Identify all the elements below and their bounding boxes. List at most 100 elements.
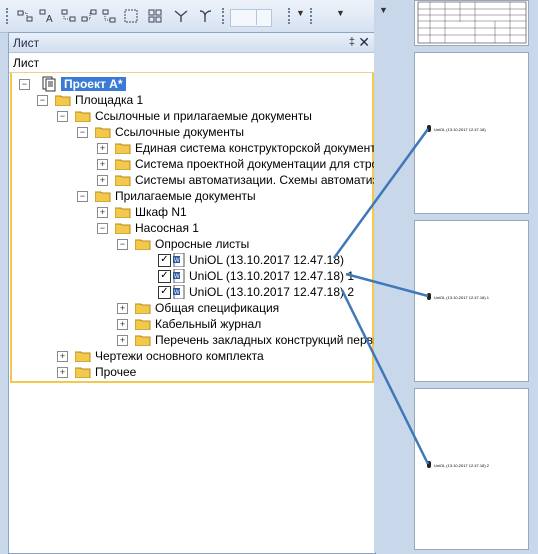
root-label-text[interactable]: Проект А* — [61, 77, 126, 91]
pump-label[interactable]: Насосная 1 — [135, 220, 199, 236]
page-label: UniOL (13.10.2017 12.47.18) 1 — [434, 295, 490, 300]
svg-text:W: W — [174, 258, 180, 264]
panel-title: Лист — [13, 36, 40, 50]
folder-icon — [75, 351, 91, 362]
page-thumbnail[interactable]: UniOL (13.10.2017 12.47.18) 1 — [414, 220, 529, 382]
document-checkbox[interactable]: ✓ — [158, 270, 171, 283]
word-document-icon: W — [173, 269, 185, 283]
tree-node-root[interactable]: − Проект А* — [17, 76, 373, 92]
svg-text:W: W — [174, 274, 180, 280]
svg-text:W: W — [174, 290, 180, 296]
page-label: UniOL (13.10.2017 12.47.18) 2 — [434, 463, 490, 468]
splitter-strip[interactable] — [374, 0, 414, 552]
page-thumbnail[interactable]: UniOL (13.10.2017 12.47.18) 2 — [414, 388, 529, 550]
svg-text:A: A — [46, 14, 53, 24]
folder-icon — [115, 207, 131, 218]
folder-icon — [135, 319, 151, 330]
toolbar-grip-3[interactable] — [310, 8, 315, 24]
pin-icon[interactable]: ‡ — [349, 36, 355, 48]
expand-icon[interactable]: + — [97, 159, 108, 170]
branch-icon[interactable] — [100, 7, 118, 25]
folder-icon — [115, 143, 131, 154]
page-marker-icon — [427, 461, 431, 468]
expand-icon[interactable]: + — [117, 319, 128, 330]
page-thumbnail[interactable]: UniOL (13.10.2017 12.47.18) — [414, 52, 529, 214]
column-header: Лист — [9, 54, 375, 73]
folder-open-icon — [75, 111, 91, 122]
document-checkbox[interactable]: ✓ — [158, 254, 171, 267]
toolbar-separator — [222, 8, 227, 24]
attached-docs-label[interactable]: Прилагаемые документы — [115, 188, 256, 204]
ref-docs-label[interactable]: Ссылочные документы — [115, 124, 244, 140]
page-thumbnail-title[interactable] — [414, 0, 529, 46]
folder-icon — [135, 303, 151, 314]
close-icon[interactable]: ✕ — [358, 34, 370, 51]
folder-icon — [75, 367, 91, 378]
folder-open-icon — [55, 95, 71, 106]
toolbar-grip-2[interactable] — [288, 8, 293, 24]
title-block-drawing — [417, 1, 527, 44]
word-document-icon: W — [173, 253, 185, 267]
folder-open-icon — [115, 223, 131, 234]
toolbar: A ▼ ▼ — [0, 0, 412, 33]
site-label[interactable]: Площадка 1 — [75, 92, 143, 108]
grid-group-icon[interactable] — [146, 7, 164, 25]
value-spinner[interactable] — [256, 9, 271, 25]
project-icon — [42, 76, 56, 92]
folder-open-icon — [95, 127, 111, 138]
root-label[interactable]: Проект А* — [61, 76, 373, 92]
bend-icon[interactable] — [196, 7, 214, 25]
expand-icon[interactable]: + — [57, 367, 68, 378]
pump-child-label[interactable]: Кабельный журнал — [155, 316, 261, 332]
expand-icon[interactable]: + — [97, 143, 108, 154]
pump-child-label[interactable]: Общая спецификация — [155, 300, 279, 316]
toolbar-overflow-icon-2[interactable]: ▼ — [336, 8, 345, 18]
collapse-icon[interactable]: − — [77, 127, 88, 138]
expand-icon[interactable]: + — [117, 303, 128, 314]
align-nodes-icon[interactable] — [60, 7, 78, 25]
select-group-icon[interactable] — [122, 7, 140, 25]
column-header-label: Лист — [13, 56, 40, 70]
collapse-icon[interactable]: − — [37, 95, 48, 106]
page-marker-icon — [427, 125, 431, 132]
link-nodes-icon[interactable] — [80, 7, 98, 25]
ref-item-label[interactable]: Система проектной документации для строи… — [135, 156, 392, 172]
questionnaires-label[interactable]: Опросные листы — [155, 236, 249, 252]
toolbar-overflow-icon-3[interactable]: ▼ — [379, 5, 388, 15]
collapse-icon[interactable]: − — [57, 111, 68, 122]
expand-icon[interactable]: + — [117, 335, 128, 346]
pump-child-label[interactable]: Перечень закладных конструкций первич. — [155, 332, 389, 348]
document-label[interactable]: UniOL (13.10.2017 12.47.18) 1 — [189, 268, 354, 284]
expand-icon[interactable]: + — [97, 207, 108, 218]
panel-header: Лист ‡ ✕ — [9, 33, 375, 53]
folder-icon — [115, 159, 131, 170]
folder-open-icon — [135, 239, 151, 250]
ref-item-label[interactable]: Единая система конструкторской документа… — [135, 140, 389, 156]
collapse-icon[interactable]: − — [77, 191, 88, 202]
expand-icon[interactable]: + — [57, 351, 68, 362]
sheet-panel: Лист ‡ ✕ Лист − Проект А* − Площадка 1 −… — [8, 32, 392, 554]
document-label[interactable]: UniOL (13.10.2017 12.47.18) 2 — [189, 284, 354, 300]
other-label[interactable]: Прочее — [95, 364, 136, 380]
collapse-icon[interactable]: − — [97, 223, 108, 234]
fork-icon[interactable] — [172, 7, 190, 25]
folder-icon — [115, 175, 131, 186]
collapse-icon[interactable]: − — [19, 79, 30, 90]
toolbar-grip[interactable] — [6, 8, 11, 24]
expand-icon[interactable]: + — [97, 175, 108, 186]
toolbar-overflow-icon[interactable]: ▼ — [296, 8, 305, 18]
page-label: UniOL (13.10.2017 12.47.18) — [434, 127, 486, 132]
document-checkbox[interactable]: ✓ — [158, 286, 171, 299]
cabinet-label[interactable]: Шкаф N1 — [135, 204, 187, 220]
ref-item-label[interactable]: Системы автоматизации. Схемы автоматизац — [135, 172, 392, 188]
text-node-icon[interactable]: A — [38, 7, 56, 25]
folder-icon — [135, 335, 151, 346]
node-tool-icon[interactable] — [16, 7, 34, 25]
collapse-icon[interactable]: − — [117, 239, 128, 250]
main-drawings-label[interactable]: Чертежи основного комплекта — [95, 348, 264, 364]
document-label[interactable]: UniOL (13.10.2017 12.47.18) — [189, 252, 344, 268]
folder-open-icon — [95, 191, 111, 202]
page-marker-icon — [427, 293, 431, 300]
ref-attached-label[interactable]: Ссылочные и прилагаемые документы — [95, 108, 312, 124]
app-window: A ▼ ▼ Лист ‡ ✕ Лист − Проект А* − Площад… — [0, 0, 538, 554]
